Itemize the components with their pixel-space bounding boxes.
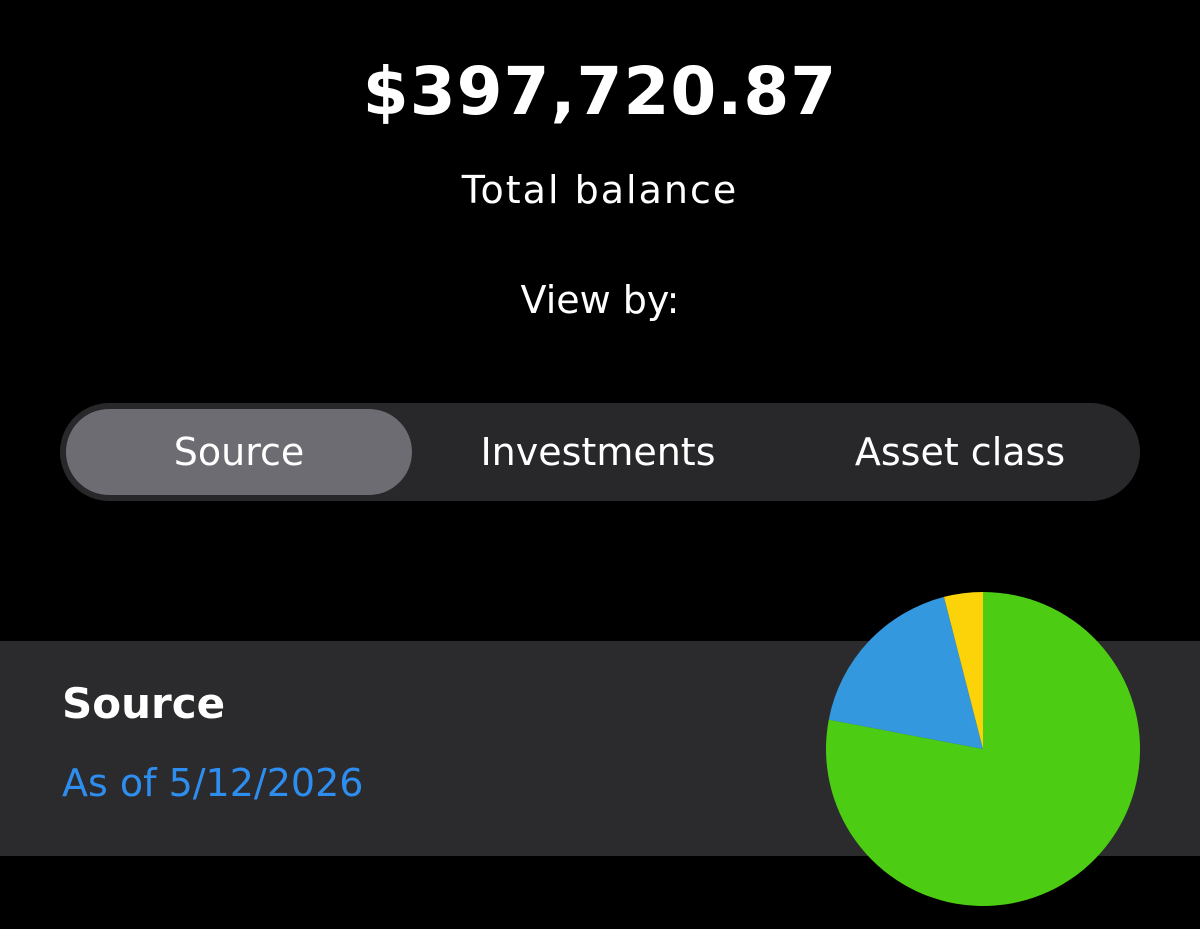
view-by-label: View by:	[520, 278, 680, 322]
tab-investments[interactable]: Investments	[420, 409, 776, 495]
total-balance-amount: $397,720.87	[362, 53, 838, 130]
tab-asset-class[interactable]: Asset class	[784, 409, 1136, 495]
total-balance-label: Total balance	[461, 168, 739, 212]
source-pie-chart	[826, 592, 1140, 906]
as-of-date: As of 5/12/2026	[62, 761, 364, 805]
view-by-segmented-control: Source Investments Asset class	[60, 403, 1140, 501]
source-panel-title: Source	[62, 679, 226, 728]
tab-source[interactable]: Source	[66, 409, 412, 495]
